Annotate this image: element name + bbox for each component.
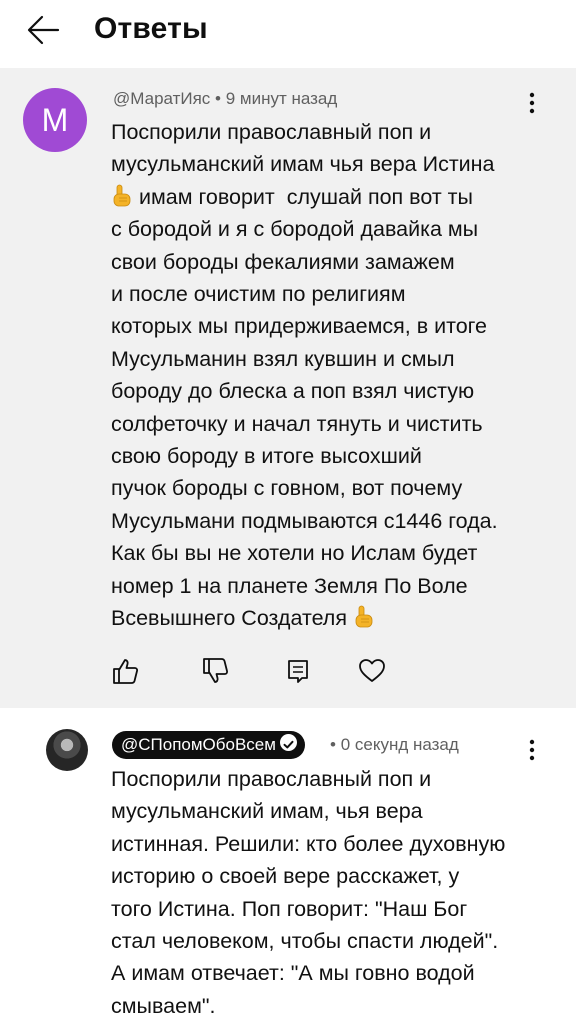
- thumb-down-icon: [203, 658, 229, 683]
- comment-line: и после очистим по религиям: [111, 282, 406, 307]
- heart-icon: [359, 659, 385, 682]
- comment-line: с бородой и я с бородой давайка мы: [111, 217, 479, 242]
- comment-line: которых мы придерживаемся, в итоге: [111, 314, 488, 339]
- more-options-button[interactable]: [520, 735, 544, 765]
- divider: [0, 708, 576, 715]
- comment-time: 0 секунд назад: [340, 735, 459, 754]
- comment-line: смываем".: [111, 993, 216, 1018]
- comment-line: истинная. Решили: кто более духовную: [111, 831, 506, 856]
- comment-line: солфеточку и начал тянуть и чистить: [111, 411, 483, 436]
- comment-line: бороду до блеска а поп взял чистую: [111, 379, 475, 404]
- comment-line: Поспорили православный поп и: [111, 120, 432, 144]
- meta-separator: •: [210, 89, 226, 108]
- verified-check-icon: [279, 734, 297, 751]
- comment-line: мусульманский имам чья вера Истина: [111, 152, 495, 177]
- comment-line: Мусульмани подмываются с1446 года.: [111, 508, 498, 533]
- reply-button[interactable]: [283, 656, 313, 686]
- comment-line: историю о своей вере расскажет, у: [111, 864, 460, 889]
- comment-line: свою бороду в итоге высохший: [111, 444, 422, 469]
- index-finger-up-emoji-icon: [111, 184, 133, 208]
- comment-meta: @МаратИяс • 9 минут назад: [113, 89, 337, 109]
- comment-meta: • 0 секунд назад: [330, 735, 459, 755]
- author-handle: @СПопомОбоВсем: [121, 735, 276, 754]
- comment-line: стал человеком, чтобы спасти людей".: [111, 929, 499, 954]
- comment-line: А имам отвечает: "А мы говно водой: [111, 961, 475, 986]
- reply-comment: @СПопомОбоВсем • 0 секунд назад Поспорил…: [0, 715, 576, 1032]
- comment-line: Как бы вы не хотели но Ислам будет: [111, 541, 478, 566]
- arrow-left-icon: [27, 15, 60, 45]
- comment-line: Мусульманин взял кувшин и смыл: [111, 346, 455, 371]
- page-title: Ответы: [94, 12, 208, 45]
- comment-line: пучок бороды с говном, вот почему: [111, 476, 463, 501]
- comment-line: имам говорит слушай поп вот ты: [138, 184, 473, 209]
- header-bar: Ответы: [0, 0, 576, 62]
- more-vertical-icon: [529, 92, 535, 114]
- avatar[interactable]: М: [23, 88, 87, 152]
- reply-icon: [288, 660, 308, 683]
- back-button[interactable]: [22, 10, 64, 50]
- comment-time: 9 минут назад: [225, 89, 338, 108]
- comment-text: Поспорили православный поп и мусульманск…: [111, 763, 561, 1022]
- more-vertical-icon: [529, 739, 535, 761]
- thumb-up-icon: [113, 659, 139, 684]
- meta-separator: •: [330, 735, 341, 754]
- comment-line: номер 1 на планете Земля По Воле: [111, 573, 468, 598]
- comment-text: Поспорили православный поп и мусульманск…: [111, 116, 561, 635]
- like-button[interactable]: [110, 656, 140, 686]
- comment-line: мусульманский имам, чья вера: [111, 799, 423, 824]
- index-finger-up-emoji-icon: [353, 605, 375, 629]
- highlighted-comment: М @МаратИяс • 9 минут назад Поспорили пр…: [0, 68, 576, 708]
- comment-line: свои бороды фекалиями замажем: [111, 249, 455, 274]
- heart-button[interactable]: [357, 656, 387, 686]
- comment-line: того Истина. Поп говорит: "Наш Бог: [111, 896, 468, 921]
- more-options-button[interactable]: [520, 88, 544, 118]
- comment-line: Всевышнего Создателя: [111, 606, 347, 631]
- author-handle[interactable]: @МаратИяс: [113, 89, 210, 108]
- comment-line: Поспорили православный поп и: [111, 767, 432, 791]
- author-chip[interactable]: @СПопомОбоВсем: [112, 731, 305, 759]
- dislike-button[interactable]: [200, 656, 230, 686]
- avatar[interactable]: [46, 729, 88, 771]
